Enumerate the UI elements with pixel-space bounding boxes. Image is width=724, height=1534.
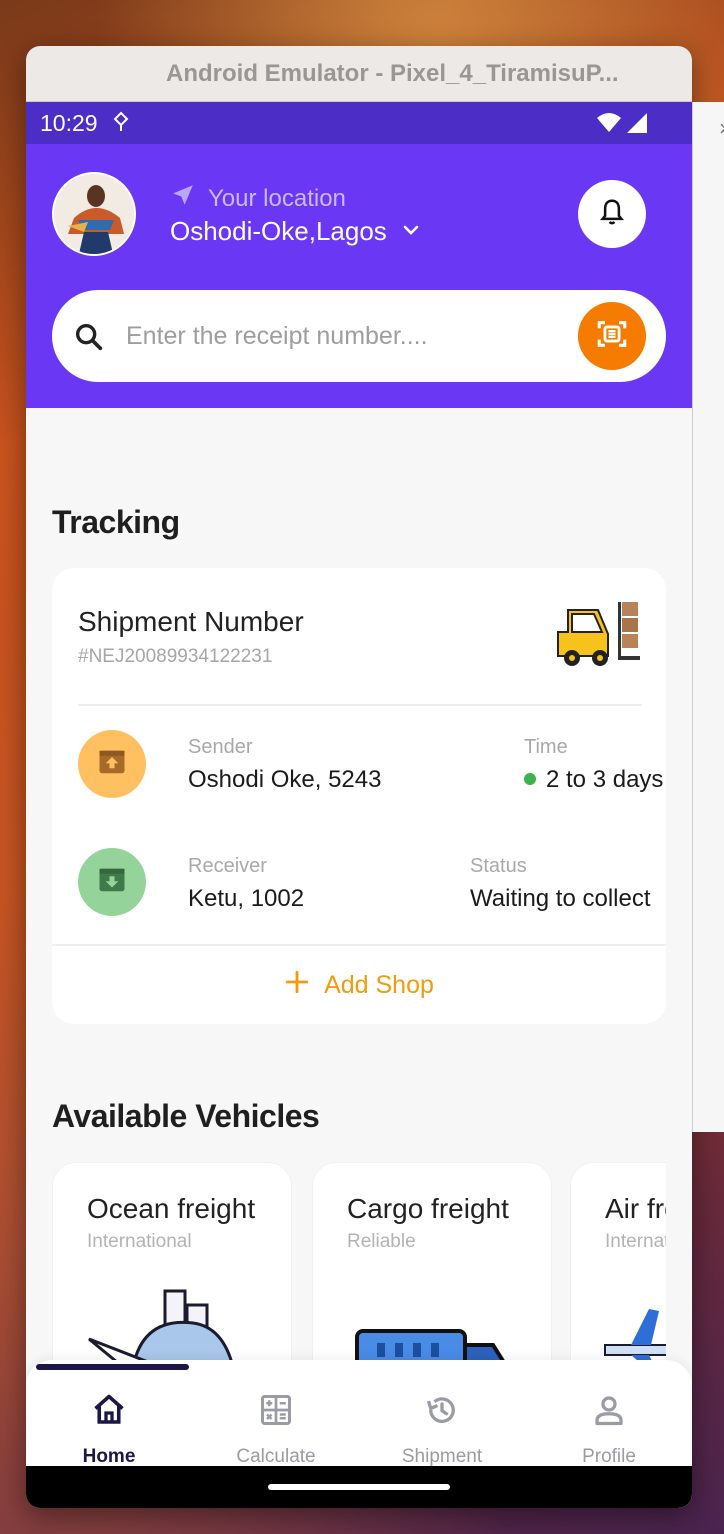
notifications-button[interactable] — [578, 180, 646, 248]
vehicle-card-air[interactable]: Air freight International — [570, 1162, 666, 1382]
plus-icon — [284, 969, 310, 1002]
nav-label-home: Home — [82, 1446, 136, 1467]
gesture-bar — [26, 1466, 692, 1508]
status-dot — [524, 772, 536, 785]
calculator-icon — [258, 1392, 294, 1434]
location-value: Oshodi-Oke,Lagos — [170, 216, 387, 246]
home-gesture-handle[interactable] — [268, 1484, 450, 1490]
phone-screen: 10:29 Your location Oshodi-Oke,Lagos Ent… — [26, 102, 692, 1508]
nav-item-calculate[interactable]: Calculate — [216, 1392, 336, 1468]
add-shop-button[interactable]: Add Shop — [52, 946, 666, 1024]
usb-debug-icon — [112, 111, 130, 138]
location-selector[interactable]: Oshodi-Oke,Lagos — [170, 216, 421, 247]
nav-label-shipment: Shipment — [401, 1446, 483, 1467]
status-value: Waiting to collect — [470, 885, 651, 912]
forklift-icon — [554, 600, 642, 675]
time-value-row: 2 to 3 days — [524, 766, 663, 794]
nav-label-profile: Profile — [582, 1446, 636, 1467]
search-icon — [72, 320, 106, 359]
box-up-icon — [97, 747, 127, 782]
navigation-arrow-icon — [170, 182, 196, 215]
app-header: Your location Oshodi-Oke,Lagos — [26, 144, 692, 408]
shipment-number: #NEJ20089934122231 — [78, 646, 273, 667]
window-title: Android Emulator - Pixel_4_TiramisuP... — [166, 60, 619, 87]
wifi-icon — [596, 112, 622, 139]
receipt-search-input[interactable] — [126, 312, 566, 360]
vehicle-title: Cargo freight — [347, 1193, 509, 1224]
vehicle-subtitle: Reliable — [347, 1231, 416, 1252]
vehicle-subtitle: International — [87, 1231, 192, 1252]
vehicles-carousel[interactable]: Ocean freight International Cargo freigh… — [52, 1162, 666, 1382]
signal-icon — [626, 112, 648, 139]
avatar[interactable] — [52, 172, 136, 256]
search-bar — [52, 290, 666, 382]
status-time: 10:29 — [40, 110, 98, 136]
nav-label-calculate: Calculate — [236, 1446, 316, 1467]
card-divider — [78, 704, 642, 706]
emulator-window: Android Emulator - Pixel_4_TiramisuP... … — [26, 46, 692, 1508]
vehicle-subtitle: International — [605, 1231, 666, 1252]
chevron-down-icon — [401, 216, 421, 247]
sender-value: Oshodi Oke, 5243 — [188, 766, 382, 793]
tracking-heading: Tracking — [52, 504, 180, 540]
available-vehicles-heading: Available Vehicles — [52, 1098, 320, 1134]
scan-icon — [595, 317, 629, 356]
location-label: Your location — [208, 184, 346, 212]
receiver-label: Receiver — [188, 855, 267, 877]
vehicle-title: Air freight — [605, 1193, 666, 1224]
vehicle-card-ocean[interactable]: Ocean freight International — [52, 1162, 292, 1382]
box-down-icon — [97, 865, 127, 900]
sender-label: Sender — [188, 736, 253, 758]
vehicle-title: Ocean freight — [87, 1193, 256, 1224]
receiver-value: Ketu, 1002 — [188, 885, 305, 912]
bell-icon — [597, 197, 627, 232]
active-tab-indicator — [36, 1364, 189, 1370]
scan-button[interactable] — [578, 302, 646, 370]
location-label-row: Your location — [170, 182, 346, 215]
time-value: 2 to 3 days — [546, 766, 664, 793]
nav-item-shipment[interactable]: Shipment — [382, 1392, 502, 1468]
person-icon — [591, 1392, 627, 1434]
emulator-titlebar[interactable]: Android Emulator - Pixel_4_TiramisuP... — [26, 46, 692, 102]
history-icon — [424, 1392, 460, 1434]
vehicle-card-cargo[interactable]: Cargo freight Reliable — [312, 1162, 552, 1382]
status-bar: 10:29 — [26, 102, 692, 144]
close-icon[interactable]: × — [719, 116, 724, 142]
receiver-icon-circle — [78, 848, 146, 916]
status-label: Status — [470, 855, 527, 877]
nav-item-home[interactable]: Home — [49, 1392, 169, 1468]
time-label: Time — [524, 736, 568, 758]
shipment-number-label: Shipment Number — [78, 606, 304, 637]
nav-item-profile[interactable]: Profile — [549, 1392, 669, 1468]
home-icon — [91, 1392, 127, 1434]
emulator-side-panel: × — [692, 102, 724, 1132]
add-shop-label: Add Shop — [324, 970, 434, 999]
sender-icon-circle — [78, 730, 146, 798]
tracking-card[interactable]: Shipment Number #NEJ20089934122231 Sende… — [52, 568, 666, 1024]
